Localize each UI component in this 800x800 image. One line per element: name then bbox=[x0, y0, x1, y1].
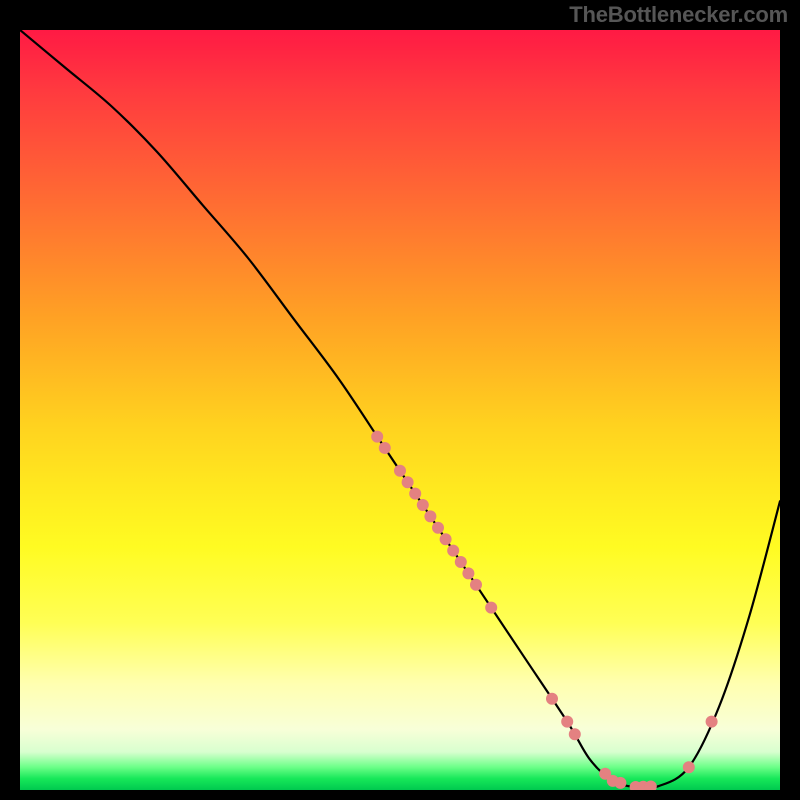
chart-svg bbox=[20, 30, 780, 790]
data-marker bbox=[455, 556, 467, 568]
data-marker bbox=[371, 431, 383, 443]
data-marker bbox=[417, 499, 429, 511]
watermark-label: TheBottlenecker.com bbox=[569, 2, 788, 28]
data-marker bbox=[394, 465, 406, 477]
data-marker bbox=[402, 476, 414, 488]
data-marker bbox=[432, 522, 444, 534]
data-marker bbox=[614, 777, 626, 789]
data-marker bbox=[569, 728, 581, 740]
data-marker bbox=[409, 488, 421, 500]
chart-frame: TheBottlenecker.com bbox=[0, 0, 800, 800]
data-marker bbox=[440, 533, 452, 545]
data-marker bbox=[485, 602, 497, 614]
data-marker bbox=[561, 716, 573, 728]
data-marker bbox=[462, 567, 474, 579]
data-marker bbox=[546, 693, 558, 705]
bottleneck-curve bbox=[20, 30, 780, 788]
data-marker bbox=[683, 761, 695, 773]
data-marker bbox=[706, 716, 718, 728]
data-marker bbox=[470, 579, 482, 591]
data-marker bbox=[379, 442, 391, 454]
data-markers bbox=[371, 431, 717, 790]
data-marker bbox=[447, 545, 459, 557]
data-marker bbox=[424, 510, 436, 522]
